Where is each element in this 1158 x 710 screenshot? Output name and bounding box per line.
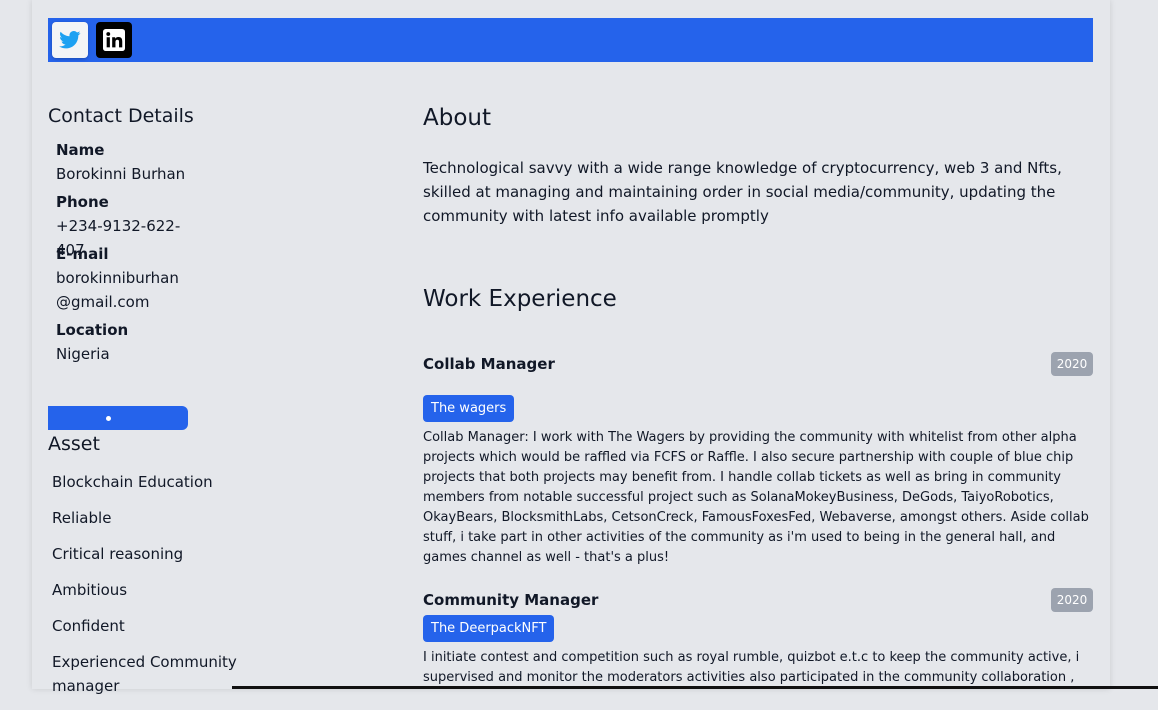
company-badge: The DeerpackNFT [423,615,555,642]
asset-item: Reliable [52,509,112,527]
asset-pill-marker [48,406,188,430]
phone-label: Phone [56,193,109,211]
job-description: I initiate contest and competition such … [423,650,1080,685]
asset-item: Critical reasoning [52,545,184,563]
name-value: Borokinni Burhan [56,165,186,183]
email-value-line1: borokinniburhan [56,269,179,287]
asset-item: Experienced Community manager [52,653,237,695]
job-title: Collab Manager [423,355,555,373]
asset-heading: Asset [48,433,100,455]
year-badge: 2020 [1051,352,1093,376]
dot-icon [106,416,111,421]
about-heading: About [423,105,492,131]
twitter-icon [59,31,81,49]
work-heading: Work Experience [423,286,617,312]
company-badge: The wagers [423,395,515,422]
social-bar [48,18,1093,62]
location-value: Nigeria [56,345,110,363]
asset-item: Ambitious [52,581,128,599]
email-label: E-mail [56,245,109,263]
linkedin-icon [103,29,125,51]
name-label: Name [56,141,105,159]
about-text: Technological savvy with a wide range kn… [423,159,1062,225]
resume-page: Contact Details Name Borokinni Burhan Ph… [32,0,1110,695]
asset-item: Blockchain Education [52,473,213,491]
contact-heading: Contact Details [48,105,194,127]
linkedin-link[interactable] [96,22,132,58]
location-label: Location [56,321,129,339]
twitter-link[interactable] [52,22,88,58]
year-badge: 2020 [1051,588,1093,612]
job-title: Community Manager [423,591,599,609]
email-value-line2: @gmail.com [56,293,150,311]
asset-item: Confident [52,617,125,635]
asset-list: Blockchain Education Reliable Critical r… [52,470,252,710]
job-description: Collab Manager: I work with The Wagers b… [423,430,1089,565]
